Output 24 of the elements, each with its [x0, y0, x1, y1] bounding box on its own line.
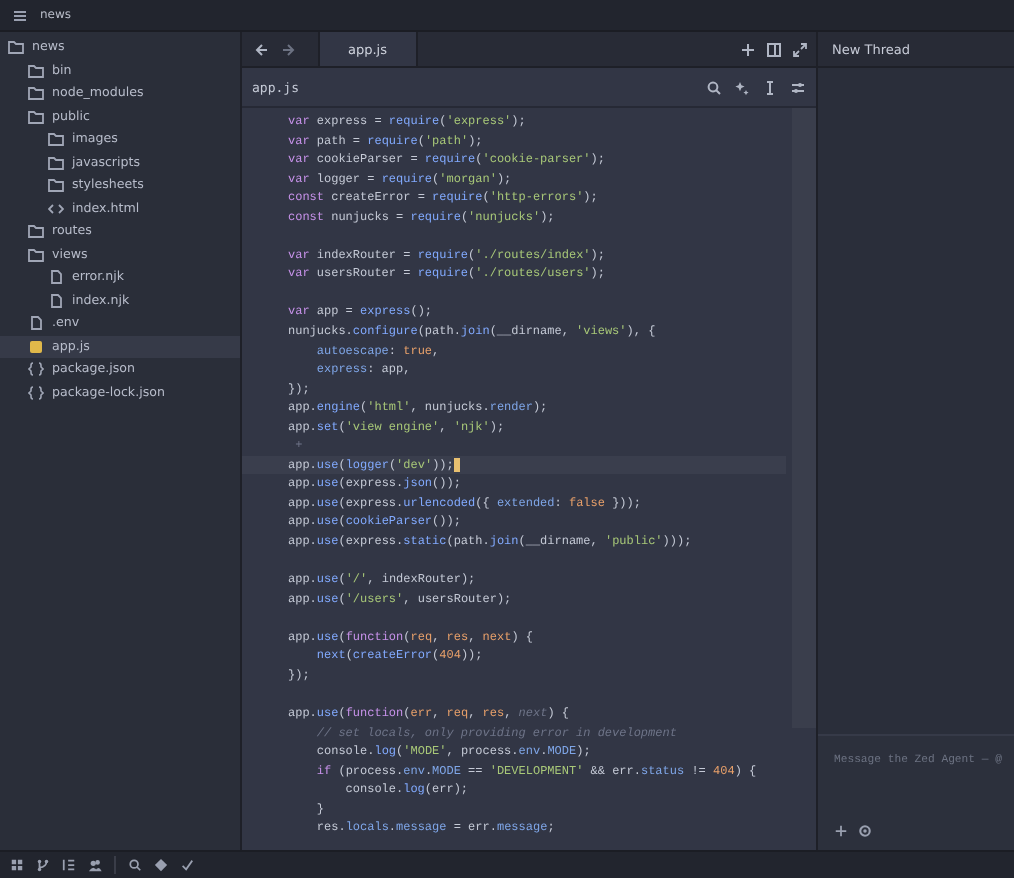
plus-icon[interactable]: [834, 823, 848, 837]
text-cursor-icon[interactable]: [762, 79, 778, 95]
search-icon[interactable]: [128, 858, 142, 872]
js-file-icon: [28, 339, 44, 354]
back-arrow-icon[interactable]: [254, 41, 270, 57]
list-icon[interactable]: [62, 858, 76, 872]
menu-icon[interactable]: [12, 7, 28, 23]
scrollbar[interactable]: [792, 108, 816, 728]
plus-icon[interactable]: [740, 41, 756, 57]
diamond-icon[interactable]: [154, 858, 168, 872]
search-icon[interactable]: [706, 79, 722, 95]
braces-icon: [28, 385, 44, 400]
forward-arrow-icon[interactable]: [280, 41, 296, 57]
split-pane-icon[interactable]: [766, 41, 782, 57]
braces-icon: [28, 362, 44, 377]
panel-icon[interactable]: [10, 858, 24, 872]
people-icon[interactable]: [88, 858, 102, 872]
sparkle-icon[interactable]: [734, 79, 750, 95]
check-icon[interactable]: [180, 858, 194, 872]
sliders-icon[interactable]: [790, 79, 806, 95]
expand-icon[interactable]: [792, 41, 808, 57]
git-branch-icon[interactable]: [36, 858, 50, 872]
code-icon: [48, 201, 64, 216]
settings-icon[interactable]: [858, 823, 872, 837]
